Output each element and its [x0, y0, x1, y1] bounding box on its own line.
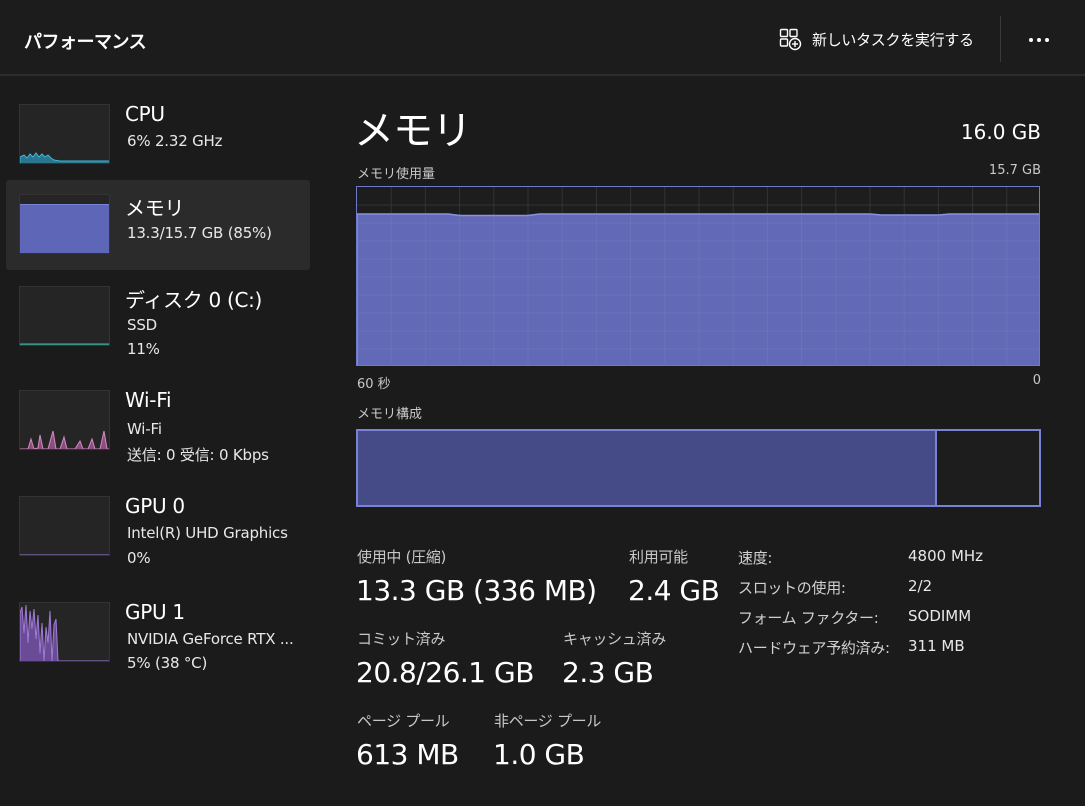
more-options-button[interactable]	[1022, 28, 1056, 52]
cached-value: 2.3 GB	[562, 656, 654, 689]
run-new-task-label: 新しいタスクを実行する	[812, 30, 974, 49]
sidebar-item-subtitle: 6% 2.32 GHz	[127, 132, 223, 150]
wifi-thumbnail	[19, 390, 110, 450]
composition-in-use	[358, 431, 937, 505]
memory-thumbnail	[19, 194, 110, 254]
cached-label: キャッシュ済み	[563, 630, 666, 648]
sidebar-item-subtitle: 13.3/15.7 GB (85%)	[127, 224, 272, 242]
in-use-value: 13.3 GB (336 MB)	[356, 574, 597, 607]
run-new-task-button[interactable]: 新しいタスクを実行する	[778, 24, 974, 54]
cpu-sparkline	[20, 152, 109, 163]
form-factor-value: SODIMM	[908, 607, 972, 625]
slots-used-label: スロットの使用:	[738, 579, 846, 597]
committed-value: 20.8/26.1 GB	[356, 656, 534, 689]
sidebar-item-memory[interactable]: メモリ 13.3/15.7 GB (85%)	[6, 180, 310, 270]
hardware-reserved-label: ハードウェア予約済み:	[738, 639, 890, 657]
memory-composition-bar[interactable]	[356, 429, 1041, 507]
memory-thumbnail-fill	[20, 203, 109, 253]
committed-label: コミット済み	[357, 630, 446, 648]
nonpaged-pool-value: 1.0 GB	[493, 738, 585, 771]
gpu0-thumbnail	[19, 496, 110, 556]
sidebar-item-wifi[interactable]: Wi-Fi Wi-Fi 送信: 0 受信: 0 Kbps	[6, 376, 310, 466]
memory-title: メモリ	[354, 108, 472, 154]
sidebar-item-title: メモリ	[125, 196, 185, 220]
more-options-icon	[1029, 38, 1033, 42]
sidebar-item-subtitle: Wi-Fi	[127, 420, 162, 438]
sidebar-item-title: GPU 1	[125, 600, 185, 624]
sidebar-item-title: Wi-Fi	[125, 388, 172, 412]
slots-used-value: 2/2	[908, 577, 933, 595]
speed-label: 速度:	[738, 549, 773, 567]
sidebar-item-gpu0[interactable]: GPU 0 Intel(R) UHD Graphics 0%	[6, 482, 310, 572]
time-axis-right: 0	[1032, 373, 1041, 388]
form-factor-label: フォーム ファクター:	[738, 609, 879, 627]
available-label: 利用可能	[629, 548, 688, 566]
page-title: パフォーマンス	[24, 32, 147, 53]
sidebar-item-subtitle: SSD	[127, 316, 157, 334]
header: パフォーマンス 新しいタスクを実行する	[0, 0, 1085, 76]
memory-usage-plot	[357, 187, 1039, 365]
usage-chart-max: 15.7 GB	[988, 163, 1041, 178]
gpu1-thumbnail	[19, 602, 110, 662]
paged-pool-value: 613 MB	[356, 738, 459, 771]
disk-thumbnail	[19, 286, 110, 346]
sidebar-item-title: GPU 0	[125, 494, 185, 518]
in-use-label: 使用中 (圧縮)	[357, 548, 447, 566]
gpu1-sparkline	[20, 604, 109, 661]
wifi-sparkline	[20, 430, 109, 449]
total-memory: 16.0 GB	[960, 120, 1041, 144]
sidebar-item-subtitle: Intel(R) UHD Graphics	[127, 524, 288, 542]
cpu-thumbnail	[19, 104, 110, 164]
speed-value: 4800 MHz	[908, 547, 984, 565]
composition-label: メモリ構成	[357, 407, 423, 422]
header-divider	[1000, 16, 1001, 62]
time-axis-left: 60 秒	[357, 377, 391, 392]
nonpaged-pool-label: 非ページ プール	[494, 712, 602, 730]
hardware-reserved-value: 311 MB	[908, 637, 965, 655]
paged-pool-label: ページ プール	[357, 712, 450, 730]
sidebar-item-title: CPU	[125, 102, 165, 126]
sidebar-item-gpu1[interactable]: GPU 1 NVIDIA GeForce RTX ... 5% (38 °C)	[6, 588, 310, 678]
available-value: 2.4 GB	[628, 574, 720, 607]
run-new-task-icon	[779, 28, 802, 51]
sidebar-item-subtitle-2: 送信: 0 受信: 0 Kbps	[127, 446, 269, 464]
disk-sparkline	[20, 343, 109, 345]
sidebar-item-title: ディスク 0 (C:)	[125, 288, 263, 312]
sidebar-item-subtitle-2: 0%	[127, 549, 151, 567]
sidebar-item-subtitle-2: 11%	[127, 340, 160, 358]
sidebar-item-subtitle: NVIDIA GeForce RTX ...	[127, 630, 294, 648]
usage-chart-label: メモリ使用量	[357, 167, 436, 182]
gpu0-sparkline	[20, 554, 109, 555]
sidebar-item-disk[interactable]: ディスク 0 (C:) SSD 11%	[6, 272, 310, 362]
sidebar-item-subtitle-2: 5% (38 °C)	[127, 654, 208, 672]
memory-usage-graph	[356, 186, 1040, 366]
sidebar-item-cpu[interactable]: CPU 6% 2.32 GHz	[6, 90, 310, 180]
